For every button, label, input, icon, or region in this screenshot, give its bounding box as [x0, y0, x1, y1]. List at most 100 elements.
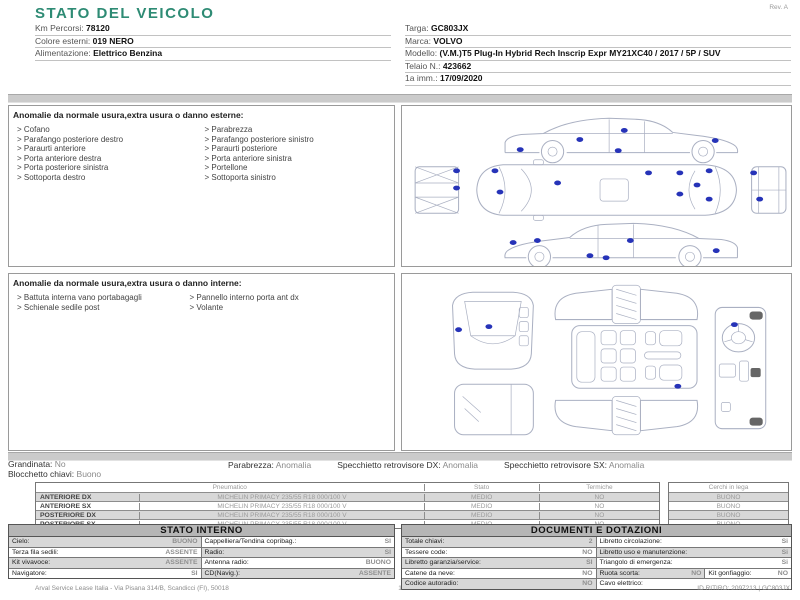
- cerchi-row: BUONO: [669, 501, 788, 510]
- damage-dot: [453, 168, 460, 174]
- table-row: Totale chiavi: 2 Libretto circolazione: Si: [402, 537, 791, 548]
- damage-dot: [453, 185, 460, 191]
- exterior-damage-dots: [453, 128, 764, 261]
- summary-left: Grandinata: No Blocchetto chiavi: Buono: [8, 459, 102, 479]
- damage-dot: [620, 128, 628, 133]
- field-specchietto-dx: Specchietto retrovisore DX: Anomalia: [337, 460, 478, 470]
- col-stato: Stato: [425, 484, 540, 491]
- field-specchietto-sx: Specchietto retrovisore SX: Anomalia: [504, 460, 645, 470]
- damage-dot: [455, 327, 463, 333]
- damage-dot: [645, 170, 652, 176]
- internal-anomalies-box: Anomalie da normale usura,extra usura o …: [8, 273, 395, 451]
- trunk-view: [452, 291, 534, 370]
- table-row: Tessere code: NO Libretto uso e manutenzi…: [402, 547, 791, 558]
- tyre-table: Pneumatico Stato Termiche ANTERIORE DX M…: [35, 482, 660, 529]
- damage-dot: [485, 324, 493, 330]
- divider-bar: [8, 94, 792, 103]
- tyre-row: ANTERIORE SX MICHELIN PRIMACY 235/55 R18…: [36, 501, 659, 510]
- field-prima-imm: 1a imm.: 17/09/2020: [405, 73, 791, 86]
- anomaly-item: > Pannello interno porta ant dx: [189, 293, 299, 302]
- table-row: Libretto garanzia/service: SI Triangolo d…: [402, 558, 791, 569]
- anomaly-item: > Parafango posteriore sinistro: [204, 134, 314, 144]
- damage-dot: [674, 383, 682, 389]
- col-pneumatico: Pneumatico: [36, 484, 425, 491]
- field-km: Km Percorsi: 78120: [35, 23, 391, 36]
- damage-dot: [750, 170, 758, 176]
- table-row: Terza fila sedili: ASSENTE Radio: SI: [9, 547, 394, 558]
- interior-damage-diagram: [452, 284, 767, 436]
- tyre-table-header: Pneumatico Stato Termiche: [36, 483, 659, 492]
- interior-damage-diagram-box: [401, 273, 792, 451]
- tyre-row: POSTERIORE DX MICHELIN PRIMACY 235/55 R1…: [36, 510, 659, 519]
- field-telaio: Telaio N.: 423662: [405, 61, 791, 73]
- col-termiche: Termiche: [586, 484, 613, 491]
- damage-dot: [554, 180, 562, 186]
- damage-dot: [676, 170, 684, 176]
- damage-dot: [705, 196, 713, 202]
- anomaly-item: > Porta anteriore sinistra: [204, 153, 292, 163]
- anomaly-column-right: > Pannello interno porta ant dx > Volante: [188, 293, 391, 312]
- anomaly-item: > Sottoporta destro: [17, 172, 86, 182]
- anomaly-column-right: > Parabrezza > Parafango posteriore sinis…: [203, 125, 391, 182]
- anomaly-item: > Cofano: [17, 125, 50, 134]
- damage-dot: [509, 240, 517, 246]
- damage-dot: [626, 238, 634, 243]
- cabin-view: [554, 284, 699, 436]
- table-row: Navigatore: SI CD(Navig.): ASSENTE: [9, 568, 394, 578]
- cerchi-row: BUONO: [669, 492, 788, 501]
- anomaly-item: > Battuta interna vano portabagagli: [17, 293, 142, 302]
- anomaly-item: > Paraurti posteriore: [204, 144, 278, 153]
- alloy-wheels-table: Cerchi in lega BUONO BUONO BUONO BUONO: [668, 482, 789, 529]
- front-bumper-view: [414, 166, 460, 214]
- anomaly-item: > Volante: [189, 302, 224, 312]
- exterior-damage-diagram-box: [401, 105, 792, 267]
- field-marca: Marca: VOLVO: [405, 36, 791, 48]
- damage-dot: [676, 191, 684, 197]
- stato-interno-title: STATO INTERNO: [9, 525, 394, 537]
- car-side-view-top: [504, 117, 739, 164]
- table-row: Catene da neve: NO Ruota scorta: NO Kit go…: [402, 568, 791, 579]
- car-top-view: [476, 159, 737, 221]
- cerchi-row: BUONO: [669, 510, 788, 519]
- stato-interno-table: STATO INTERNO Cielo: BUONO Cappelliera/Te…: [8, 524, 395, 579]
- external-anomalies-box: Anomalie da normale usura,extra usura o …: [8, 105, 395, 267]
- internal-anomalies-title: Anomalie da normale usura,extra usura o …: [13, 278, 242, 288]
- anomaly-item: > Parafango posteriore destro: [17, 134, 124, 144]
- anomaly-item: > Portellone: [204, 163, 248, 172]
- header-info-right: Targa: GC803JX Marca: VOLVO Modello: (V.…: [405, 23, 791, 86]
- tyre-row: ANTERIORE DX MICHELIN PRIMACY 235/55 R18…: [36, 492, 659, 501]
- anomaly-item: > Parabrezza: [204, 125, 253, 134]
- damage-dot: [756, 196, 764, 202]
- dashboard-view: [714, 306, 767, 430]
- car-side-view-bottom: [504, 222, 738, 266]
- field-colore: Colore esterni: 019 NERO: [35, 36, 391, 48]
- damage-dot: [491, 168, 499, 174]
- field-modello: Modello: (V.M.)T5 Plug-In Hybrid Rech In…: [405, 48, 791, 61]
- damage-dot: [711, 138, 719, 143]
- damage-dot: [516, 147, 524, 153]
- table-row: Kit vivavoce: ASSENTE Antenna radio: BUONO: [9, 558, 394, 569]
- internal-anomalies-list: > Battuta interna vano portabagagli > Sch…: [9, 291, 394, 312]
- damage-dot: [614, 148, 622, 154]
- field-blocchetto-chiavi: Blocchetto chiavi: Buono: [8, 468, 102, 479]
- parcel-shelf-view: [454, 383, 534, 436]
- anomaly-item: > Porta posteriore sinistra: [17, 163, 109, 172]
- footer-id-ritiro: ID RITIRO: 2097213 | GC803JX: [697, 585, 790, 592]
- damage-dot: [602, 255, 610, 261]
- external-anomalies-title: Anomalie da normale usura,extra usura o …: [13, 110, 244, 120]
- damage-dot: [712, 248, 720, 254]
- col-cerchi: Cerchi in lega: [669, 483, 788, 492]
- vehicle-status-report: STATO DEL VEICOLO Rev. A Km Percorsi: 78…: [0, 0, 800, 600]
- damage-dot: [705, 168, 713, 174]
- anomaly-column-left: > Cofano > Parafango posteriore destro > P…: [15, 125, 203, 182]
- damage-dot: [693, 182, 701, 188]
- anomaly-item: > Sottoporta sinistro: [204, 172, 276, 182]
- footer-company: Arval Service Lease Italia - Via Pisana …: [35, 585, 229, 592]
- anomaly-column-left: > Battuta interna vano portabagagli > Sch…: [15, 293, 188, 312]
- damage-dot: [576, 137, 584, 142]
- header-info-left: Km Percorsi: 78120 Colore esterni: 019 N…: [35, 23, 391, 61]
- damage-dot: [533, 238, 541, 243]
- anomaly-item: > Schienale sedile post: [17, 302, 100, 312]
- external-anomalies-list: > Cofano > Parafango posteriore destro > P…: [9, 123, 394, 182]
- field-parabrezza: Parabrezza: Anomalia: [228, 460, 312, 470]
